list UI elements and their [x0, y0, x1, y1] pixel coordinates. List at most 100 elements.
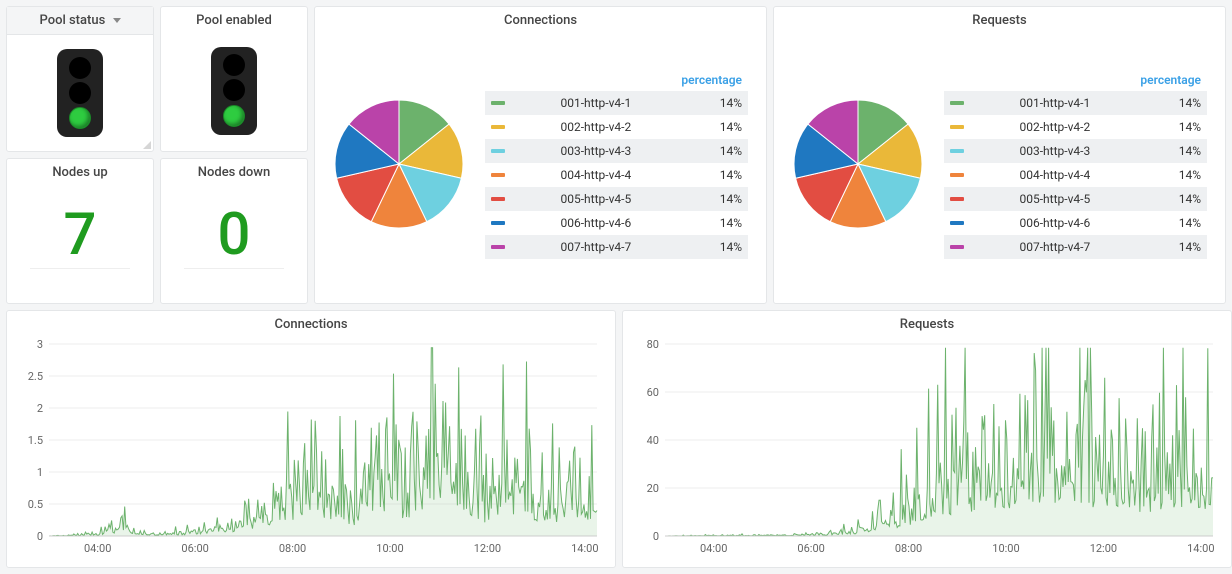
legend-percentage: 14% [1096, 211, 1207, 235]
panel-title-pool-enabled: Pool enabled [161, 7, 307, 30]
legend-row[interactable]: 001-http-v4-114% [485, 91, 748, 115]
legend-percentage: 14% [637, 163, 748, 187]
legend-row[interactable]: 002-http-v4-214% [944, 115, 1207, 139]
chevron-down-icon [113, 18, 121, 23]
legend-swatch-icon [491, 197, 505, 201]
x-tick-label: 10:00 [376, 542, 403, 555]
legend-label: 007-http-v4-7 [970, 235, 1096, 259]
panel-title: Requests [623, 311, 1231, 334]
y-tick-label: 60 [647, 386, 659, 399]
legend-table: percentage001-http-v4-114%002-http-v4-21… [944, 69, 1207, 259]
panel-body: 0 [161, 182, 307, 303]
legend-row[interactable]: 007-http-v4-714% [485, 235, 748, 259]
legend-row[interactable]: 001-http-v4-114% [944, 91, 1207, 115]
panel-requests-pie[interactable]: Requests percentage001-http-v4-114%002-h… [773, 6, 1226, 304]
legend-label: 001-http-v4-1 [970, 91, 1096, 115]
legend-percentage: 14% [1096, 115, 1207, 139]
x-tick-label: 12:00 [474, 542, 501, 555]
legend-swatch-icon [950, 245, 964, 249]
panel-title-text: Pool status [39, 13, 105, 28]
traffic-light-green [69, 107, 91, 129]
panel-requests-ts[interactable]: Requests 02040608004:0006:0008:0010:0012… [622, 310, 1232, 568]
nodes-up-value: 7 [30, 206, 130, 269]
x-tick-label: 14:00 [571, 542, 598, 555]
panel-connections-ts[interactable]: Connections 00.511.522.5304:0006:0008:00… [6, 310, 616, 568]
legend-table: percentage001-http-v4-114%002-http-v4-21… [485, 69, 748, 259]
y-tick-label: 1.5 [28, 434, 43, 447]
x-tick-label: 04:00 [700, 542, 727, 555]
panel-body: percentage001-http-v4-114%002-http-v4-21… [774, 30, 1225, 303]
x-tick-label: 06:00 [181, 542, 208, 555]
legend-swatch-icon [491, 149, 505, 153]
legend-row[interactable]: 005-http-v4-514% [944, 187, 1207, 211]
legend-label: 003-http-v4-3 [511, 139, 637, 163]
legend-swatch-icon [491, 221, 505, 225]
legend-percentage: 14% [1096, 91, 1207, 115]
legend-row[interactable]: 005-http-v4-514% [485, 187, 748, 211]
legend-row[interactable]: 007-http-v4-714% [944, 235, 1207, 259]
legend-swatch-icon [491, 125, 505, 129]
legend-percentage: 14% [637, 187, 748, 211]
traffic-light-red [69, 57, 91, 79]
legend-percentage: 14% [1096, 235, 1207, 259]
legend-percentage: 14% [637, 235, 748, 259]
traffic-light-yellow [69, 82, 91, 104]
legend-row[interactable]: 003-http-v4-314% [944, 139, 1207, 163]
x-tick-label: 08:00 [895, 542, 922, 555]
traffic-light-icon [57, 49, 103, 137]
timeseries-chart: 00.511.522.5304:0006:0008:0010:0012:0014… [15, 336, 605, 558]
legend-swatch-icon [950, 125, 964, 129]
x-tick-label: 04:00 [84, 542, 111, 555]
legend-percentage: 14% [1096, 163, 1207, 187]
x-tick-label: 10:00 [992, 542, 1019, 555]
y-tick-label: 0 [653, 530, 659, 543]
legend-swatch-icon [950, 149, 964, 153]
legend-percentage: 14% [637, 211, 748, 235]
legend-label: 003-http-v4-3 [970, 139, 1096, 163]
panel-pool-enabled[interactable]: Pool enabled [160, 6, 308, 152]
legend-percentage: 14% [637, 139, 748, 163]
panel-title-pool-status[interactable]: Pool status [7, 7, 153, 35]
panel-nodes-down[interactable]: Nodes down 0 [160, 158, 308, 304]
legend-swatch-icon [950, 221, 964, 225]
x-tick-label: 08:00 [279, 542, 306, 555]
panel-title-nodes-down: Nodes down [161, 159, 307, 182]
legend-swatch-icon [950, 101, 964, 105]
panel-title-nodes-up: Nodes up [7, 159, 153, 182]
panel-connections-pie[interactable]: Connections percentage001-http-v4-114%00… [314, 6, 767, 304]
legend-row[interactable]: 004-http-v4-414% [944, 163, 1207, 187]
pie-chart [788, 94, 928, 234]
legend-label: 001-http-v4-1 [511, 91, 637, 115]
legend-swatch-icon [950, 173, 964, 177]
legend-label: 002-http-v4-2 [970, 115, 1096, 139]
legend-row[interactable]: 004-http-v4-414% [485, 163, 748, 187]
legend-label: 004-http-v4-4 [970, 163, 1096, 187]
legend-row[interactable]: 003-http-v4-314% [485, 139, 748, 163]
legend-label: 002-http-v4-2 [511, 115, 637, 139]
legend-row[interactable]: 002-http-v4-214% [485, 115, 748, 139]
y-tick-label: 80 [647, 338, 659, 351]
traffic-light-green [223, 105, 245, 127]
legend-label: 006-http-v4-6 [970, 211, 1096, 235]
y-tick-label: 0 [37, 530, 43, 543]
panel-nodes-up[interactable]: Nodes up 7 [6, 158, 154, 304]
panel-body: percentage001-http-v4-114%002-http-v4-21… [315, 30, 766, 303]
y-tick-label: 2 [37, 402, 43, 415]
legend-row[interactable]: 006-http-v4-614% [944, 211, 1207, 235]
legend-swatch-icon [950, 197, 964, 201]
legend-swatch-icon [491, 245, 505, 249]
traffic-light-yellow [223, 79, 245, 101]
legend-header-percentage: percentage [1096, 69, 1207, 91]
legend-row[interactable]: 006-http-v4-614% [485, 211, 748, 235]
y-tick-label: 40 [647, 434, 659, 447]
legend-label: 005-http-v4-5 [970, 187, 1096, 211]
panel-pool-status[interactable]: Pool status [6, 6, 154, 152]
panel-body: 02040608004:0006:0008:0010:0012:0014:00 [623, 334, 1231, 567]
legend-label: 005-http-v4-5 [511, 187, 637, 211]
panel-body [7, 35, 153, 151]
pie-chart [329, 94, 469, 234]
resize-handle-icon[interactable] [143, 141, 151, 149]
legend-label: 007-http-v4-7 [511, 235, 637, 259]
x-tick-label: 06:00 [797, 542, 824, 555]
y-tick-label: 3 [37, 338, 43, 351]
